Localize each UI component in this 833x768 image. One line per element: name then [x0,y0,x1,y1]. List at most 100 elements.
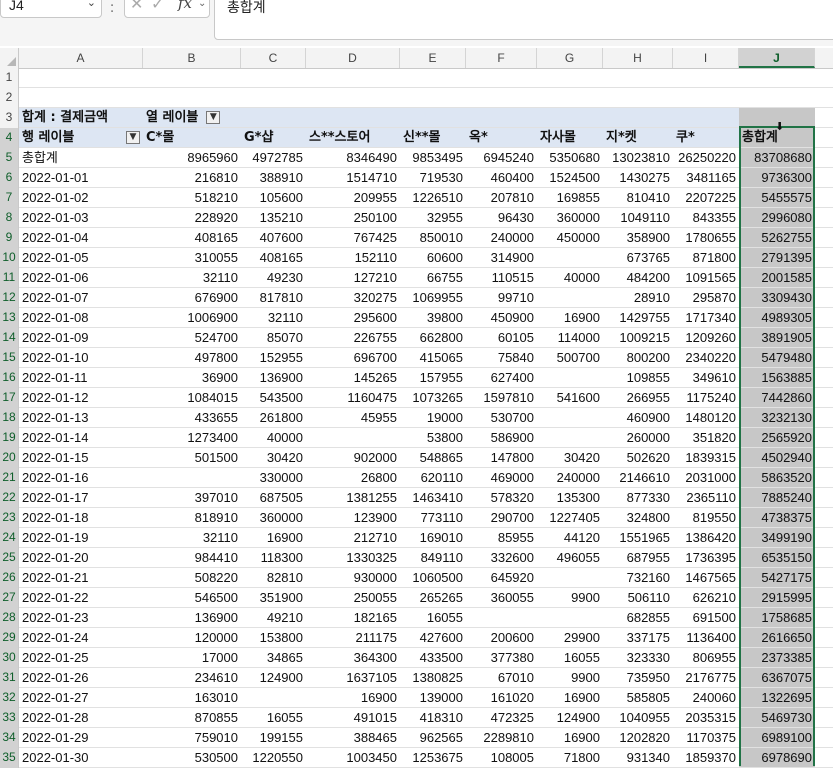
value-cell[interactable]: 719530 [400,168,466,187]
value-cell[interactable]: 408165 [143,228,241,247]
value-cell[interactable]: 60105 [466,328,537,347]
value-cell[interactable]: 427600 [400,628,466,647]
value-cell[interactable]: 16900 [537,688,603,707]
value-cell[interactable]: 2031000 [673,468,739,487]
row-header[interactable]: 2 [0,88,19,108]
value-cell[interactable]: 7885240 [739,488,815,507]
value-cell[interactable]: 28910 [603,288,673,307]
row-label-date[interactable]: 2022-01-10 [19,348,143,367]
row-header[interactable]: 31 [0,668,19,688]
value-cell[interactable]: 819550 [673,508,739,527]
value-cell[interactable]: 1253675 [400,748,466,767]
row-header[interactable]: 3 [0,108,19,128]
value-cell[interactable]: 817810 [241,288,306,307]
row-header[interactable]: 16 [0,368,19,388]
insert-function-icon[interactable]: fx [178,0,192,12]
row-label-date[interactable]: 2022-01-25 [19,648,143,667]
row-label-date[interactable]: 2022-01-12 [19,388,143,407]
value-cell[interactable]: 472325 [466,708,537,727]
value-cell[interactable]: 732160 [603,568,673,587]
column-header-j[interactable]: J [739,48,815,68]
row-header[interactable]: 6 [0,168,19,188]
value-cell[interactable]: 127210 [306,268,400,287]
value-cell[interactable]: 902000 [306,448,400,467]
row-header[interactable]: 5 [0,148,19,168]
value-cell[interactable]: 36900 [143,368,241,387]
value-cell[interactable]: 145265 [306,368,400,387]
pivot-column-header[interactable]: G*샵 [241,128,306,147]
value-cell[interactable]: 26800 [306,468,400,487]
value-cell[interactable]: 1736395 [673,548,739,567]
row-label-date[interactable]: 2022-01-27 [19,688,143,707]
row-header[interactable]: 25 [0,548,19,568]
value-cell[interactable]: 849110 [400,548,466,567]
pivot-value-label[interactable]: 합계 : 결제금액 [19,108,143,127]
row-label-date[interactable]: 2022-01-14 [19,428,143,447]
value-cell[interactable]: 388910 [241,168,306,187]
row-header[interactable]: 1 [0,68,19,88]
value-cell[interactable]: 541600 [537,388,603,407]
value-cell[interactable]: 450900 [466,308,537,327]
row-header[interactable]: 35 [0,748,19,768]
value-cell[interactable]: 16900 [306,688,400,707]
value-cell[interactable]: 620110 [400,468,466,487]
value-cell[interactable]: 152110 [306,248,400,267]
value-cell[interactable]: 1160475 [306,388,400,407]
row-header[interactable]: 21 [0,468,19,488]
row-header[interactable]: 30 [0,648,19,668]
row-label-date[interactable]: 2022-01-03 [19,208,143,227]
value-cell[interactable]: 17000 [143,648,241,667]
row-header[interactable]: 20 [0,448,19,468]
value-cell[interactable]: 16900 [537,728,603,747]
pivot-column-header[interactable]: 스**스토어 [306,128,400,147]
row-label-date[interactable]: 2022-01-18 [19,508,143,527]
value-cell[interactable]: 578320 [466,488,537,507]
value-cell[interactable]: 332600 [466,548,537,567]
value-cell[interactable]: 4989305 [739,308,815,327]
value-cell[interactable]: 261800 [241,408,306,427]
pivot-header-cell[interactable] [537,108,603,127]
value-cell[interactable]: 1322695 [739,688,815,707]
value-cell[interactable]: 2289810 [466,728,537,747]
value-cell[interactable]: 169855 [537,188,603,207]
value-cell[interactable]: 1758685 [739,608,815,627]
value-cell[interactable]: 337175 [603,628,673,647]
value-cell[interactable] [537,248,603,267]
value-cell[interactable]: 930000 [306,568,400,587]
row-header[interactable]: 23 [0,508,19,528]
value-cell[interactable]: 136900 [143,608,241,627]
value-cell[interactable]: 877330 [603,488,673,507]
row-label-date[interactable]: 2022-01-07 [19,288,143,307]
value-cell[interactable]: 16055 [537,648,603,667]
value-cell[interactable]: 136900 [241,368,306,387]
value-cell[interactable]: 108005 [466,748,537,767]
value-cell[interactable]: 530700 [466,408,537,427]
value-cell[interactable]: 501500 [143,448,241,467]
value-cell[interactable]: 2373385 [739,648,815,667]
value-cell[interactable]: 1073265 [400,388,466,407]
value-cell[interactable]: 696700 [306,348,400,367]
value-cell[interactable]: 502620 [603,448,673,467]
value-cell[interactable]: 240000 [466,228,537,247]
value-cell[interactable] [537,408,603,427]
value-cell[interactable]: 871800 [673,248,739,267]
cancel-icon[interactable]: ✕ [130,0,143,13]
value-cell[interactable]: 1273400 [143,428,241,447]
value-cell[interactable] [537,428,603,447]
value-cell[interactable]: 1839315 [673,448,739,467]
grand-total-cell[interactable]: 5350680 [537,148,603,167]
value-cell[interactable]: 585805 [603,688,673,707]
row-label-date[interactable]: 2022-01-08 [19,308,143,327]
value-cell[interactable]: 767425 [306,228,400,247]
value-cell[interactable] [537,368,603,387]
formula-input[interactable]: 총합계 [214,0,833,40]
value-cell[interactable]: 626210 [673,588,739,607]
value-cell[interactable]: 1202820 [603,728,673,747]
value-cell[interactable] [241,688,306,707]
value-cell[interactable]: 260000 [603,428,673,447]
row-header[interactable]: 17 [0,388,19,408]
value-cell[interactable]: 524700 [143,328,241,347]
value-cell[interactable]: 290700 [466,508,537,527]
value-cell[interactable]: 1136400 [673,628,739,647]
value-cell[interactable]: 1040955 [603,708,673,727]
